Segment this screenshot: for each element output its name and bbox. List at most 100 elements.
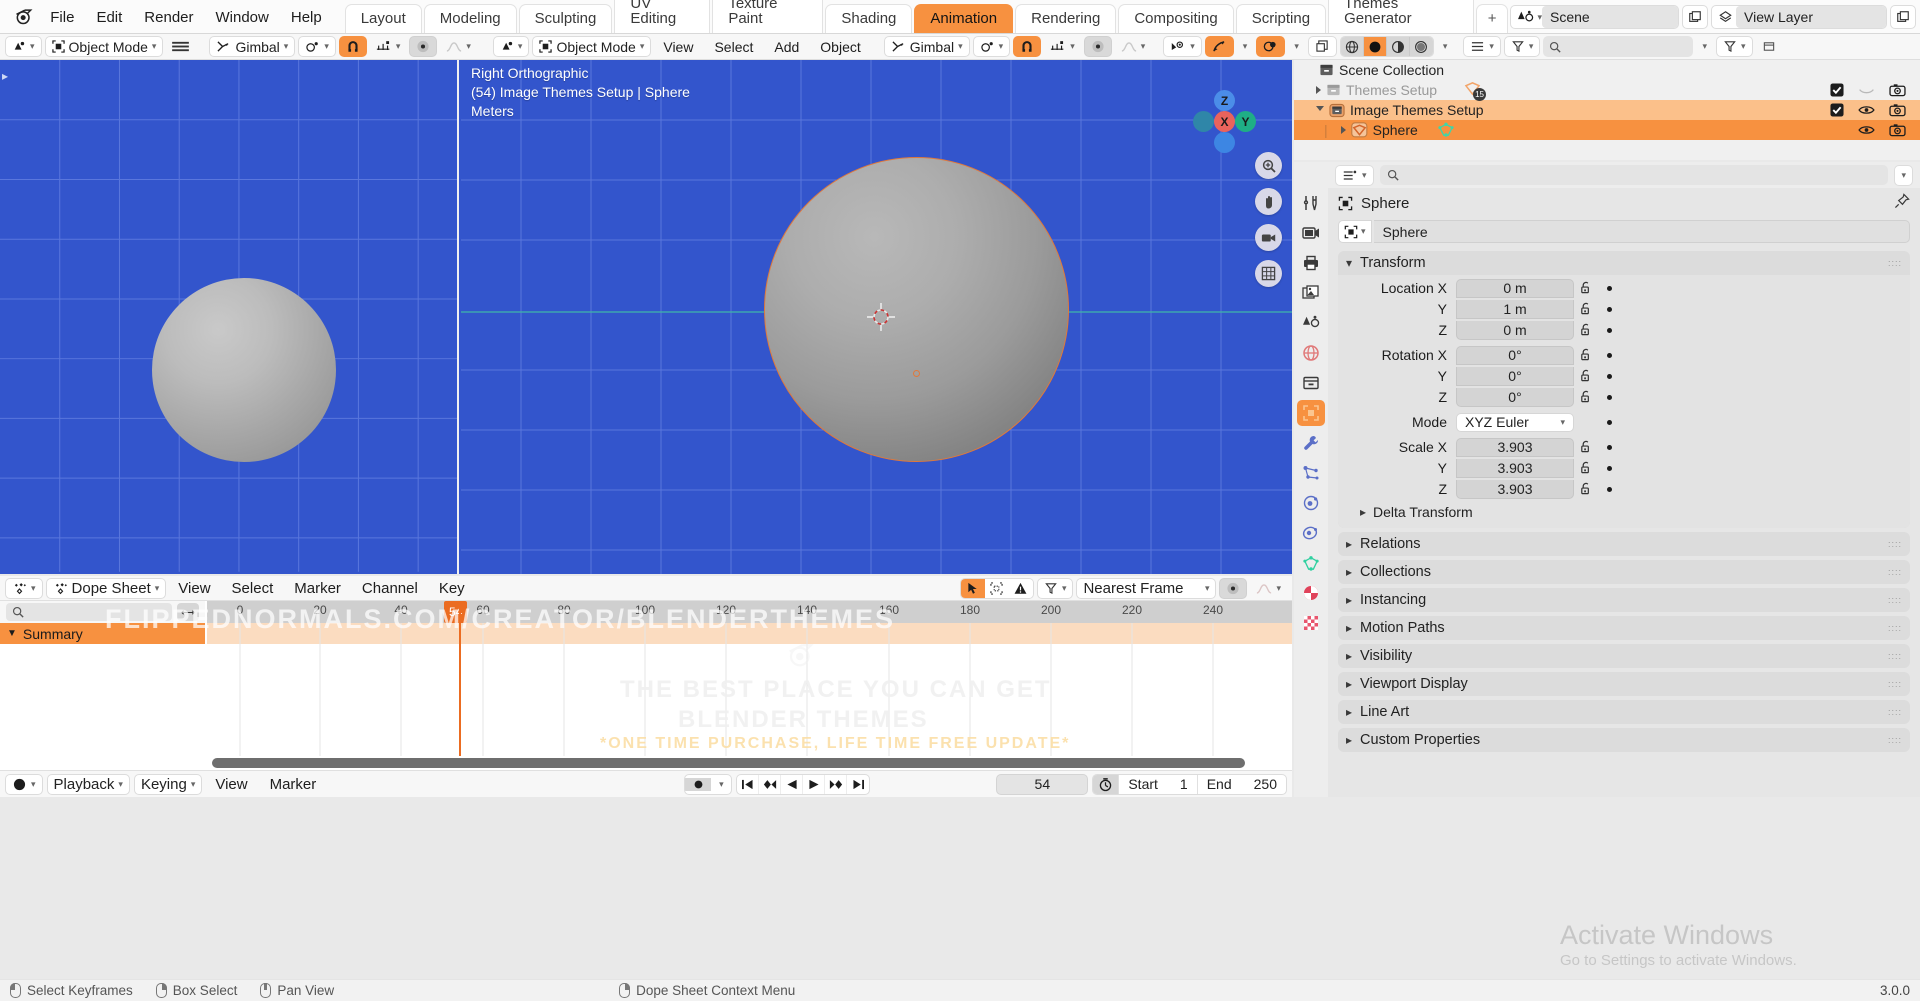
toggle-ortho-icon[interactable]	[1255, 260, 1282, 287]
viewport-mode-selector[interactable]: Object Mode ▾	[532, 36, 651, 57]
viewport-menu-select[interactable]: Select	[705, 38, 762, 56]
start-frame-field[interactable]: Start 1	[1119, 775, 1197, 794]
jump-prev-keyframe-icon[interactable]	[759, 775, 781, 794]
dopesheet-menu-channel[interactable]: Channel	[353, 579, 427, 598]
scene-name-field[interactable]: Scene	[1542, 6, 1678, 28]
eye-closed-icon[interactable]	[1858, 85, 1875, 96]
workspace-tab-compositing[interactable]: Compositing	[1118, 4, 1233, 33]
timeline-editor-type-button[interactable]: ▾	[5, 774, 43, 795]
outliner-row-scene-collection[interactable]: Scene Collection	[1294, 60, 1920, 80]
viewport-editor-type-button[interactable]: ▾	[493, 36, 530, 57]
viewport-shading-modes[interactable]	[1340, 36, 1434, 57]
lock-scale-y-icon[interactable]	[1574, 461, 1598, 475]
viewport-sidebar-collapse-icon[interactable]: ▸	[2, 69, 8, 83]
panel-viewport-display[interactable]: ▸ Viewport Display ::::	[1338, 672, 1910, 696]
gizmo-axis-y[interactable]: Y	[1235, 111, 1256, 132]
menu-render[interactable]: Render	[133, 7, 204, 28]
panel-custom-properties[interactable]: ▸ Custom Properties ::::	[1338, 728, 1910, 752]
dopesheet-editor-type-button[interactable]: ▾	[5, 578, 43, 599]
viewport-left-pane[interactable]: ▸	[0, 60, 459, 574]
workspace-tab-themes-generator[interactable]: Themes Generator	[1328, 0, 1474, 33]
left-proportional-toggle[interactable]	[409, 36, 437, 57]
play-icon[interactable]	[803, 775, 825, 794]
blender-logo-icon[interactable]	[8, 2, 39, 30]
timeline-menu-marker[interactable]: Marker	[261, 775, 326, 794]
timeline-menu-playback[interactable]: Playback ▾	[47, 774, 130, 795]
animate-scale-x-button[interactable]	[1598, 445, 1620, 450]
expander-collapsed-icon[interactable]	[1316, 86, 1321, 94]
dopesheet-time-ruler[interactable]: 0 20 40 60 80 100 120 140 160 180 200 22…	[207, 601, 1292, 623]
viewport-3d[interactable]: ▸ Right Orthographic	[0, 60, 1292, 574]
viewport-proportional-toggle[interactable]	[1084, 36, 1112, 57]
shading-solid-button[interactable]	[1364, 37, 1387, 56]
menu-help[interactable]: Help	[280, 7, 333, 28]
animate-scale-z-button[interactable]	[1598, 487, 1620, 492]
current-frame-field[interactable]: 54	[996, 774, 1088, 795]
panel-relations[interactable]: ▸ Relations ::::	[1338, 532, 1910, 556]
auto-keying-group[interactable]: ▾	[684, 774, 732, 795]
cursor-select-icon[interactable]	[961, 579, 985, 598]
auto-keying-dropdown[interactable]: ▾	[711, 779, 731, 790]
left-falloff-button[interactable]: ▾	[440, 36, 477, 57]
panel-visibility[interactable]: ▸ Visibility ::::	[1338, 644, 1910, 668]
menu-file[interactable]: File	[39, 7, 85, 28]
left-mode-selector[interactable]: Object Mode ▾	[45, 36, 164, 57]
view-layer-name-field[interactable]: View Layer	[1736, 6, 1886, 28]
animate-location-z-button[interactable]	[1598, 328, 1620, 333]
workspace-tab-modeling[interactable]: Modeling	[424, 4, 517, 33]
properties-tab-data[interactable]	[1297, 550, 1325, 576]
properties-tab-tool[interactable]	[1297, 190, 1325, 216]
dopesheet-mode-selector[interactable]: Dope Sheet ▾	[46, 578, 167, 599]
field-location-x[interactable]: 0 m	[1456, 279, 1574, 298]
field-scale-y[interactable]: 3.903	[1456, 459, 1574, 478]
animate-scale-y-button[interactable]	[1598, 466, 1620, 471]
animate-rotation-z-button[interactable]	[1598, 395, 1620, 400]
dopesheet-horizontal-scrollbar[interactable]	[207, 758, 1280, 768]
gizmo-axis-x[interactable]: X	[1214, 111, 1235, 132]
scene-selector[interactable]: ▾ Scene	[1510, 5, 1679, 29]
field-rotation-z[interactable]: 0°	[1456, 388, 1574, 407]
outliner-filter-2-button[interactable]: ▾	[1716, 36, 1753, 57]
properties-tab-scene[interactable]	[1297, 310, 1325, 336]
jump-to-end-icon[interactable]	[847, 775, 869, 794]
eye-open-icon[interactable]	[1858, 104, 1875, 116]
dopesheet-menu-view[interactable]: View	[169, 579, 219, 598]
field-location-z[interactable]: 0 m	[1456, 321, 1574, 340]
properties-tab-particles[interactable]	[1297, 460, 1325, 486]
left-editor-type-button[interactable]: ▾	[5, 36, 42, 57]
viewport-menu-add[interactable]: Add	[765, 38, 808, 56]
field-rotation-mode[interactable]: XYZ Euler ▾	[1456, 413, 1574, 432]
dopesheet-falloff-button[interactable]: ▾	[1250, 578, 1287, 599]
dopesheet-expand-icon[interactable]	[177, 603, 199, 621]
animate-location-x-button[interactable]	[1598, 286, 1620, 291]
frame-range-group[interactable]: Start 1 End 250	[1092, 774, 1287, 795]
transform-panel-header[interactable]: ▾ Transform ::::	[1338, 251, 1910, 275]
add-workspace-button[interactable]: +	[1476, 4, 1509, 33]
timeline-menu-keying[interactable]: Keying ▾	[134, 774, 202, 795]
panel-line-art[interactable]: ▸ Line Art ::::	[1338, 700, 1910, 724]
viewport-xray-toggle[interactable]	[1308, 36, 1337, 57]
workspace-tab-rendering[interactable]: Rendering	[1015, 4, 1116, 33]
viewport-gizmo-dropdown[interactable]: ▾	[1237, 36, 1254, 57]
sphere-object-selected[interactable]	[764, 157, 1069, 462]
left-snap-toggle[interactable]	[339, 36, 367, 57]
new-viewlayer-icon[interactable]	[1890, 5, 1916, 29]
workspace-tab-sculpting[interactable]: Sculpting	[519, 4, 613, 33]
object-name-type-button[interactable]: ▾	[1338, 220, 1372, 243]
gizmo-axis-neg-z[interactable]	[1214, 132, 1235, 153]
dopesheet-proportional-toggle[interactable]	[1219, 578, 1247, 599]
left-pivot-button[interactable]: ▾	[298, 36, 336, 57]
viewport-visibility-button[interactable]: ▾	[1163, 36, 1202, 57]
new-scene-icon[interactable]	[1682, 5, 1708, 29]
properties-tab-material[interactable]	[1297, 580, 1325, 606]
properties-tab-texture[interactable]	[1297, 610, 1325, 636]
sphere-object-left-view[interactable]	[152, 278, 336, 462]
viewport-right-pane[interactable]: Right Orthographic (54) Image Themes Set…	[461, 60, 1292, 574]
dopesheet-snap-selector[interactable]: Nearest Frame ▾	[1076, 578, 1216, 599]
pan-hand-icon[interactable]	[1255, 188, 1282, 215]
menu-edit[interactable]: Edit	[85, 7, 133, 28]
view-layer-selector[interactable]: View Layer	[1711, 5, 1887, 29]
gizmo-axis-neg-y[interactable]	[1193, 111, 1214, 132]
camera-view-icon[interactable]	[1255, 224, 1282, 251]
jump-to-start-icon[interactable]	[737, 775, 759, 794]
